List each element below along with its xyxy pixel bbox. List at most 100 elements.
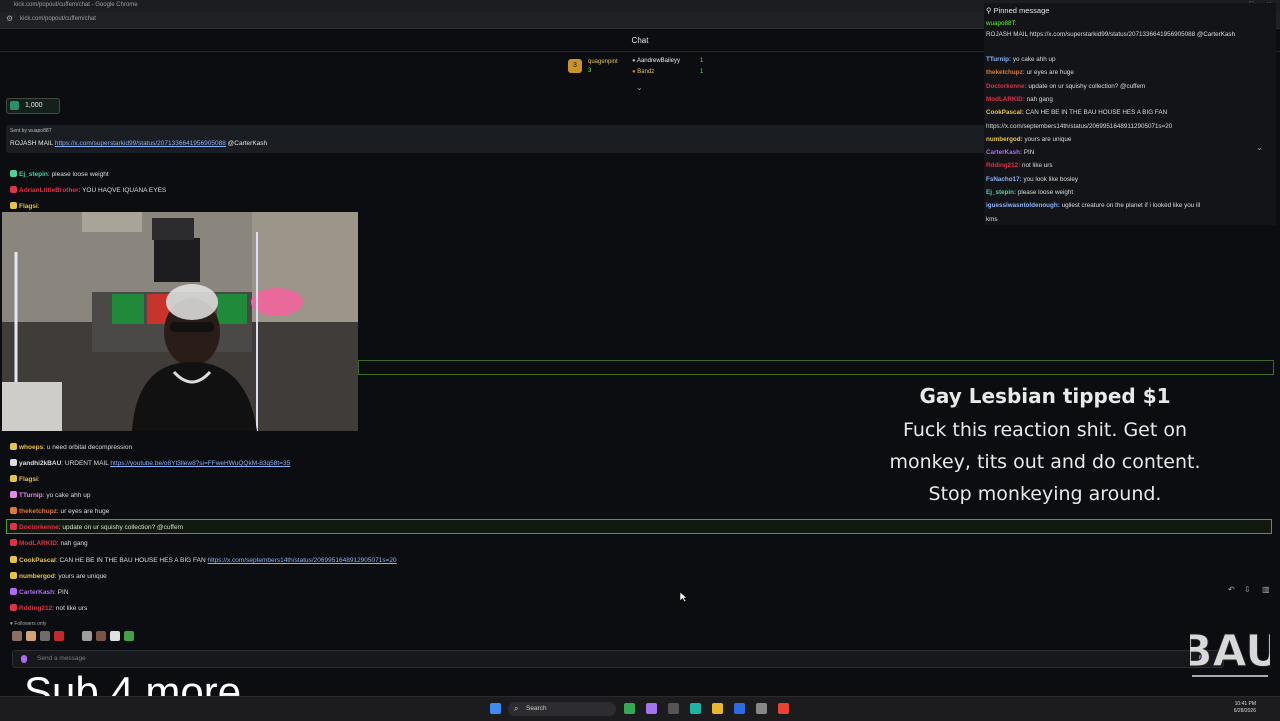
chat-message: Ej_stepin: please loose weight <box>10 170 109 178</box>
emote-icon[interactable] <box>123 631 134 641</box>
chat-username[interactable]: ModLARKID: <box>986 96 1025 103</box>
chevron-down-icon[interactable]: ⌄ <box>1256 143 1263 152</box>
chat-message-text: kms <box>986 215 998 223</box>
start-icon[interactable] <box>490 703 501 714</box>
leaderboard-entry[interactable]: ● Bandz <box>632 69 654 75</box>
chat-username[interactable]: Rdding212: <box>986 162 1020 169</box>
emote-icon[interactable] <box>81 631 92 641</box>
chat-message: Doctorkenne: update on ur squishy collec… <box>986 83 1145 90</box>
badge-icon <box>10 202 17 209</box>
tip-alert: Gay Lesbian tipped $1 Fuck this reaction… <box>870 384 1220 510</box>
pin-icon: ⚲ <box>986 6 994 15</box>
chat-username[interactable]: Rdding212 <box>19 605 52 612</box>
points-value: 1,000 <box>25 102 43 109</box>
search-icon: ⌕ <box>514 704 519 713</box>
chat-username[interactable]: theketchupz: <box>986 69 1025 76</box>
chat-username[interactable]: CookPascal <box>19 557 56 564</box>
chat-message-input[interactable]: Send a message <box>12 650 1224 668</box>
chat-message-text: ugliest creature on the planet if i look… <box>1061 202 1201 210</box>
badge-icon <box>10 523 17 530</box>
url-text[interactable]: kick.com/popout/cuffem/chat <box>20 16 96 22</box>
leaderboard-entry[interactable]: ● AandrewBaileyy <box>632 58 680 64</box>
chat-username[interactable]: AdrianLittleBrother <box>19 187 79 194</box>
chat-message-text: YOU HAQVE IQUANA EYES <box>82 187 167 194</box>
chat-link[interactable]: https://youtube.be/o8Yt3llew8?si=FFweHWu… <box>110 460 290 467</box>
chevron-down-icon[interactable]: ⌄ <box>636 83 645 92</box>
chat-message-text: nah gang <box>60 540 88 547</box>
chrome-icon[interactable] <box>778 703 789 714</box>
chat-username[interactable]: ModLARKID <box>19 540 57 547</box>
chat-username[interactable]: yandhi2kBAU <box>19 460 61 467</box>
leaderboard-entry[interactable]: quagenpint <box>588 59 618 65</box>
chat-username[interactable]: numbergod <box>19 573 55 580</box>
pinned-nick: wuapo88T: <box>986 20 1017 27</box>
right-chat-panel: ⚲ Pinned message wuapo88T: ROJASH MAIL h… <box>984 3 1276 225</box>
microphone-icon[interactable] <box>21 655 27 663</box>
chat-message-text: https://x.com/septembers14th/status/2069… <box>986 122 1173 130</box>
gift-leaderboard: 3 quagenpint 3 ● AandrewBaileyy 1 ● Band… <box>568 56 718 82</box>
undo-icon[interactable]: ↶ <box>1228 585 1235 594</box>
chat-username[interactable]: Ej_stepin <box>19 171 48 178</box>
chat-username[interactable]: TTurnip: <box>986 56 1011 63</box>
taskbar-clock[interactable]: 10:41 PM 6/28/2026 <box>1234 701 1256 715</box>
chrome-icon[interactable] <box>624 703 635 714</box>
pinned-mention[interactable]: @CarterKash <box>228 140 267 147</box>
chat-message-text: yours are unique <box>1024 135 1072 143</box>
emote-icon[interactable] <box>67 631 78 641</box>
highlight-divider <box>358 360 1274 375</box>
emote-bar <box>12 631 136 643</box>
chat-username[interactable]: FsNacho17: <box>986 176 1022 183</box>
tip-title: Gay Lesbian tipped $1 <box>919 384 1171 408</box>
chat-username[interactable]: CarterKash: <box>986 149 1022 156</box>
pinned-link[interactable]: https://x.com/superstarkid99/status/2071… <box>55 140 226 147</box>
pinned-message: ROJASH MAIL https://x.com/superstarkid99… <box>10 140 267 147</box>
chat-username[interactable]: CarterKash <box>19 589 54 596</box>
badge-icon <box>10 186 17 193</box>
trash-icon[interactable]: ▥ <box>1262 585 1270 594</box>
chat-username[interactable]: Flagsi <box>19 476 38 483</box>
chat-message: theketchupz: ur eyes are huge <box>10 507 109 515</box>
app-icon[interactable] <box>668 703 679 714</box>
chat-message: TTurnip: yo cake ahh up <box>10 491 90 499</box>
emote-icon[interactable] <box>12 631 22 641</box>
badge-icon <box>10 588 17 595</box>
chat-message-text: please loose weight <box>51 171 109 178</box>
svg-text:BAU: BAU <box>1190 626 1270 677</box>
folder-icon[interactable] <box>712 703 723 714</box>
chat-message: TTurnip: yo cake ahh up <box>986 56 1056 63</box>
emote-icon[interactable] <box>39 631 50 641</box>
badge-icon <box>10 507 17 514</box>
leaderboard-count: 3 <box>588 68 592 74</box>
crown-badge-icon: 3 <box>568 59 582 73</box>
emote-icon[interactable] <box>25 631 36 641</box>
pin-icon[interactable]: ⇩ <box>1244 585 1251 594</box>
app-icon[interactable] <box>646 703 657 714</box>
app-icon[interactable] <box>690 703 701 714</box>
chat-username[interactable]: Ej_stepin: <box>986 189 1016 196</box>
emote-icon[interactable] <box>109 631 120 641</box>
chat-username[interactable]: TTurnip <box>19 492 43 499</box>
settings-icon[interactable] <box>756 703 767 714</box>
channel-points-badge[interactable]: 1,000 <box>6 98 60 114</box>
chat-username[interactable]: whoeps <box>19 444 43 451</box>
emote-icon[interactable] <box>53 631 64 641</box>
app-icon[interactable] <box>734 703 745 714</box>
chat-username[interactable]: iguessiwasntoldenough: <box>986 202 1060 209</box>
chat-message-text: PIN <box>1023 149 1035 157</box>
chat-username[interactable]: Flagsi <box>19 203 38 210</box>
chat-link[interactable]: https://x.com/septembers14th/status/2069… <box>207 557 396 564</box>
badge-icon <box>10 491 17 498</box>
site-info-icon[interactable]: ⚙ <box>6 14 13 23</box>
chat-message-text: yo cake ahh up <box>1012 56 1056 63</box>
chat-message-text: please loose weight <box>1017 189 1074 196</box>
chat-username[interactable]: theketchupz <box>19 508 57 515</box>
chat-username[interactable]: Doctorkenne: <box>986 83 1027 90</box>
chat-username[interactable]: CookPascal: <box>986 109 1024 116</box>
chat-username[interactable]: numbergod: <box>986 136 1023 143</box>
emote-icon[interactable] <box>95 631 106 641</box>
badge-icon <box>10 539 17 546</box>
chat-message: numbergod: yours are unique <box>10 572 107 580</box>
pinned-header-text: Pinned message <box>993 6 1050 15</box>
taskbar-search[interactable]: ⌕ Search <box>508 702 616 716</box>
chat-username[interactable]: Doctorkenne <box>19 524 59 531</box>
